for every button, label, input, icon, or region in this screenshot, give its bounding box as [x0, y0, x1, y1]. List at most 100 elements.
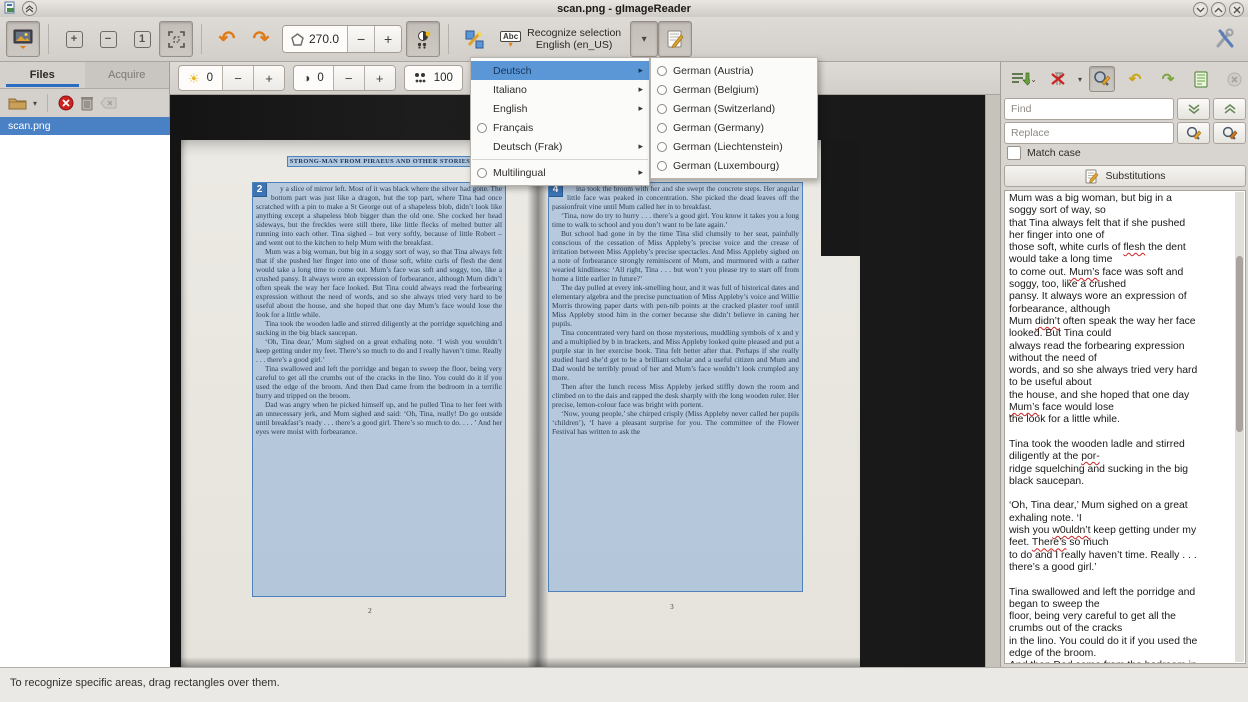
replace-all-button[interactable] [1213, 122, 1246, 144]
recognize-dropdown-button[interactable]: ▾ [630, 21, 658, 57]
rotation-spinbox: 270.0 − + [282, 25, 402, 53]
rotate-right-button[interactable]: ↷ [244, 21, 278, 57]
find-input[interactable] [1004, 98, 1174, 120]
zoom-out-button[interactable]: − [91, 21, 125, 57]
misspelled-word: flesh [1123, 242, 1145, 253]
image-controls-toggle[interactable] [406, 21, 440, 57]
submenu-arrow-icon: ▸ [638, 65, 643, 76]
close-button[interactable] [1229, 2, 1244, 17]
submenu-item-german-liechtenstein[interactable]: German (Liechtenstein) [651, 137, 817, 156]
language-submenu: German (Austria)German (Belgium) German (… [650, 57, 818, 179]
tab-files[interactable]: Files [0, 62, 85, 88]
panel-tabs: Files Acquire [0, 62, 169, 89]
maximize-button[interactable] [1211, 2, 1226, 17]
save-output-button[interactable] [1188, 66, 1214, 92]
region-number-badge: 2 [252, 182, 267, 197]
settings-button[interactable] [1208, 21, 1242, 57]
misspelled-word: Mum’s [1009, 402, 1039, 413]
language-menu: Deutsch▸Italiano▸English▸FrançaisDeutsch… [470, 57, 650, 186]
find-replace-toggle[interactable] [1089, 66, 1115, 92]
submenu-item-german-germany[interactable]: German (Germany) [651, 118, 817, 137]
find-previous-button[interactable] [1213, 98, 1246, 120]
submenu-arrow-icon: ▸ [638, 167, 643, 178]
menu-item-label: German (Germany) [673, 122, 811, 134]
rotation-decrease-button[interactable]: − [347, 26, 374, 52]
submenu-arrow-icon: ▸ [638, 103, 643, 114]
ocr-region-4[interactable]: 4 ina took the broom with her and she sw… [548, 182, 803, 592]
recognize-button[interactable]: Abc ▾ Recognize selection English (en_US… [491, 19, 630, 59]
zoom-original-button[interactable]: 1 [125, 21, 159, 57]
zoom-out-icon: − [100, 31, 117, 48]
brightness-decrease-button[interactable]: − [222, 66, 253, 90]
clear-files-button[interactable] [100, 97, 117, 109]
scrollbar-thumb[interactable] [1236, 256, 1243, 432]
redo-icon: ↷ [1162, 72, 1175, 87]
submenu-item-german-belgium[interactable]: German (Belgium) [651, 80, 817, 99]
toolbar-separator [448, 24, 449, 54]
menu-item-label: German (Liechtenstein) [673, 141, 811, 153]
remove-file-button[interactable] [58, 95, 74, 111]
open-folder-dropdown[interactable]: ▾ [33, 99, 37, 108]
menu-item-deutsch[interactable]: Deutsch▸ [471, 61, 649, 80]
zoom-in-button[interactable]: + [57, 21, 91, 57]
zoom-fit-button[interactable] [159, 21, 193, 57]
right-page-text: ina took the broom with her and she swep… [549, 183, 802, 436]
file-row-scan-png[interactable]: scan.png [0, 117, 170, 135]
contrast-increase-button[interactable]: + [364, 66, 395, 90]
ocr-region-2[interactable]: 2 y a slice of mirror left. Most of it w… [252, 182, 506, 597]
rotate-right-icon: ↷ [253, 29, 270, 49]
undo-button[interactable]: ↶ [1122, 66, 1148, 92]
menu-item-label: German (Switzerland) [673, 103, 811, 115]
insert-mode-button[interactable]: ⌄ [1009, 66, 1038, 92]
menu-item-multilingual[interactable]: Multilingual▸ [471, 163, 649, 182]
redo-button[interactable]: ↷ [1155, 66, 1181, 92]
strip-linebreaks-button[interactable] [1045, 66, 1071, 92]
minimize-button[interactable] [1193, 2, 1208, 17]
replace-button[interactable] [1177, 122, 1210, 144]
brightness-value[interactable]: 0 [207, 72, 213, 84]
zoom-in-icon: + [66, 31, 83, 48]
output-scrollbar[interactable] [1235, 192, 1244, 662]
rotate-left-button[interactable]: ↶ [210, 21, 244, 57]
menu-item-label: German (Luxembourg) [673, 160, 811, 172]
replace-input[interactable] [1004, 122, 1174, 144]
shade-window-button[interactable] [22, 1, 37, 16]
image-controls-icon [414, 30, 432, 49]
contrast-value[interactable]: 0 [317, 72, 323, 84]
ocr-region-header[interactable]: STRONG-MAN FROM PIRAEUS AND OTHER STORIE… [287, 156, 473, 167]
submenu-item-german-austria[interactable]: German (Austria) [651, 61, 817, 80]
open-folder-button[interactable] [8, 96, 27, 111]
substitutions-button[interactable]: Substitutions [1004, 165, 1246, 187]
rotation-value[interactable]: 270.0 [309, 32, 339, 46]
menu-item-label: Deutsch (Frak) [493, 141, 638, 153]
resolution-control: 100 [404, 65, 463, 91]
window-title: scan.png - gImageReader [0, 3, 1248, 15]
open-image-button[interactable] [6, 21, 40, 57]
clear-output-button[interactable] [1221, 66, 1247, 92]
menu-item-english[interactable]: English▸ [471, 99, 649, 118]
brightness-increase-button[interactable]: + [253, 66, 284, 90]
ocr-text[interactable]: Mum was a big woman, but big in a soggy … [1009, 193, 1231, 664]
misspelled-word: Mum’s [1069, 267, 1099, 278]
auto-layout-button[interactable] [457, 21, 491, 57]
canvas-scrollbar[interactable] [985, 95, 1000, 667]
submenu-item-german-luxembourg[interactable]: German (Luxembourg) [651, 156, 817, 175]
tab-acquire[interactable]: Acquire [85, 62, 170, 88]
resolution-value[interactable]: 100 [434, 72, 453, 84]
radio-icon [657, 161, 667, 171]
rotation-increase-button[interactable]: + [374, 26, 401, 52]
find-row [1004, 98, 1246, 120]
files-panel: Files Acquire ▾ scan.png [0, 62, 170, 667]
menu-item-deutsch-frak[interactable]: Deutsch (Frak)▸ [471, 137, 649, 156]
match-case-checkbox[interactable] [1007, 146, 1021, 160]
book-spine [527, 140, 549, 667]
menu-item-italiano[interactable]: Italiano▸ [471, 80, 649, 99]
find-next-button[interactable] [1177, 98, 1210, 120]
menu-item-fran-ais[interactable]: Français [471, 118, 649, 137]
output-dropdown[interactable]: ▾ [1078, 75, 1082, 84]
submenu-item-german-switzerland[interactable]: German (Switzerland) [651, 99, 817, 118]
output-pane-toggle[interactable] [658, 21, 692, 57]
delete-file-button[interactable] [80, 95, 94, 111]
contrast-decrease-button[interactable]: − [333, 66, 364, 90]
book-corner-shadow [821, 140, 860, 256]
